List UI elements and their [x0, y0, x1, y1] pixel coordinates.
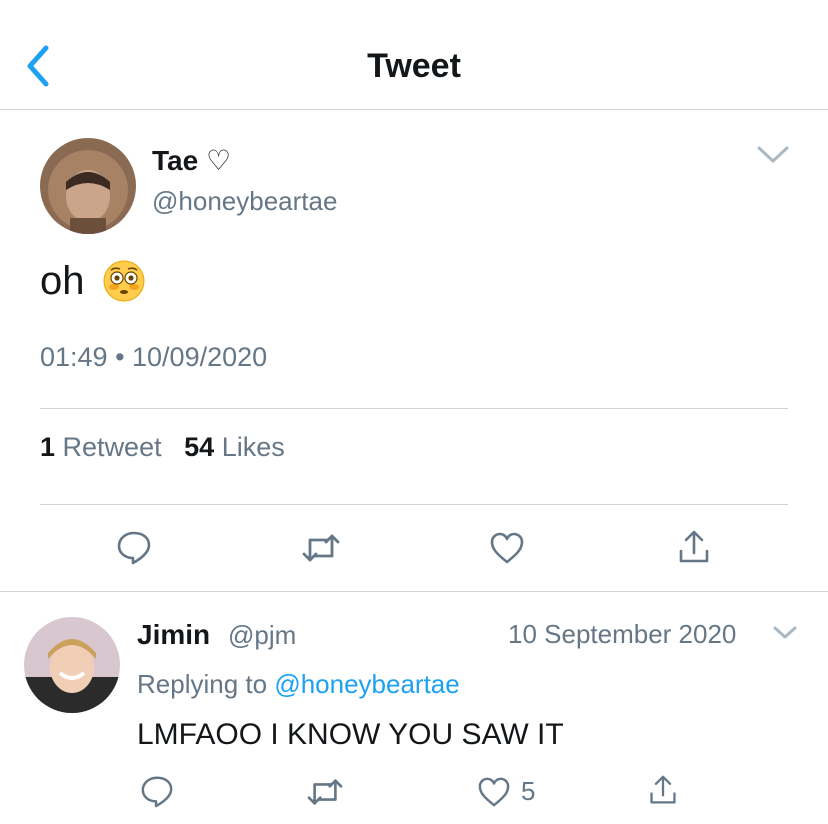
like-label[interactable]: Likes	[222, 432, 285, 462]
page-title: Tweet	[367, 47, 461, 85]
reply-date: 10 September 2020	[508, 619, 737, 649]
avatar-image	[24, 617, 120, 713]
reply-author-handle[interactable]: @pjm	[228, 620, 296, 651]
retweet-label[interactable]: Retweet	[63, 432, 162, 462]
divider	[40, 408, 788, 409]
top-bar: Tweet	[0, 0, 828, 110]
reply-icon[interactable]	[116, 529, 152, 565]
replying-to-label: Replying to	[137, 669, 268, 699]
avatar-image	[40, 138, 136, 234]
reply-icon[interactable]	[139, 774, 175, 808]
retweet-icon[interactable]	[301, 530, 341, 566]
like-count[interactable]: 54	[184, 432, 214, 462]
flushed-face-icon	[103, 260, 144, 302]
chevron-down-icon[interactable]	[756, 144, 790, 166]
share-icon[interactable]	[677, 529, 711, 565]
avatar[interactable]	[24, 617, 120, 713]
heart-icon[interactable]	[476, 776, 512, 808]
reply-like-count: 5	[521, 776, 536, 806]
tweet-text-content: oh	[40, 259, 85, 303]
tweet-stats: 1 Retweet 54 Likes	[40, 432, 285, 463]
heart-icon[interactable]	[489, 531, 525, 565]
author-handle[interactable]: @honeybeartae	[152, 186, 337, 217]
author-name[interactable]: Tae ♡	[152, 144, 231, 177]
retweet-count[interactable]: 1	[40, 432, 55, 462]
replying-to: Replying to @honeybeartae	[137, 669, 460, 700]
reply-text: LMFAOO I KNOW YOU SAW IT	[137, 718, 564, 751]
chevron-down-icon[interactable]	[772, 624, 798, 642]
avatar[interactable]	[40, 138, 136, 234]
reply-author-name[interactable]: Jimin	[137, 619, 210, 651]
replying-to-handle-link[interactable]: @honeybeartae	[274, 669, 459, 699]
divider	[40, 504, 788, 505]
tweet-timestamp[interactable]: 01:49 • 10/09/2020	[40, 342, 267, 373]
retweet-icon[interactable]	[305, 775, 345, 809]
share-icon[interactable]	[648, 773, 678, 807]
divider	[0, 591, 828, 592]
tweet-text: oh	[40, 256, 145, 306]
